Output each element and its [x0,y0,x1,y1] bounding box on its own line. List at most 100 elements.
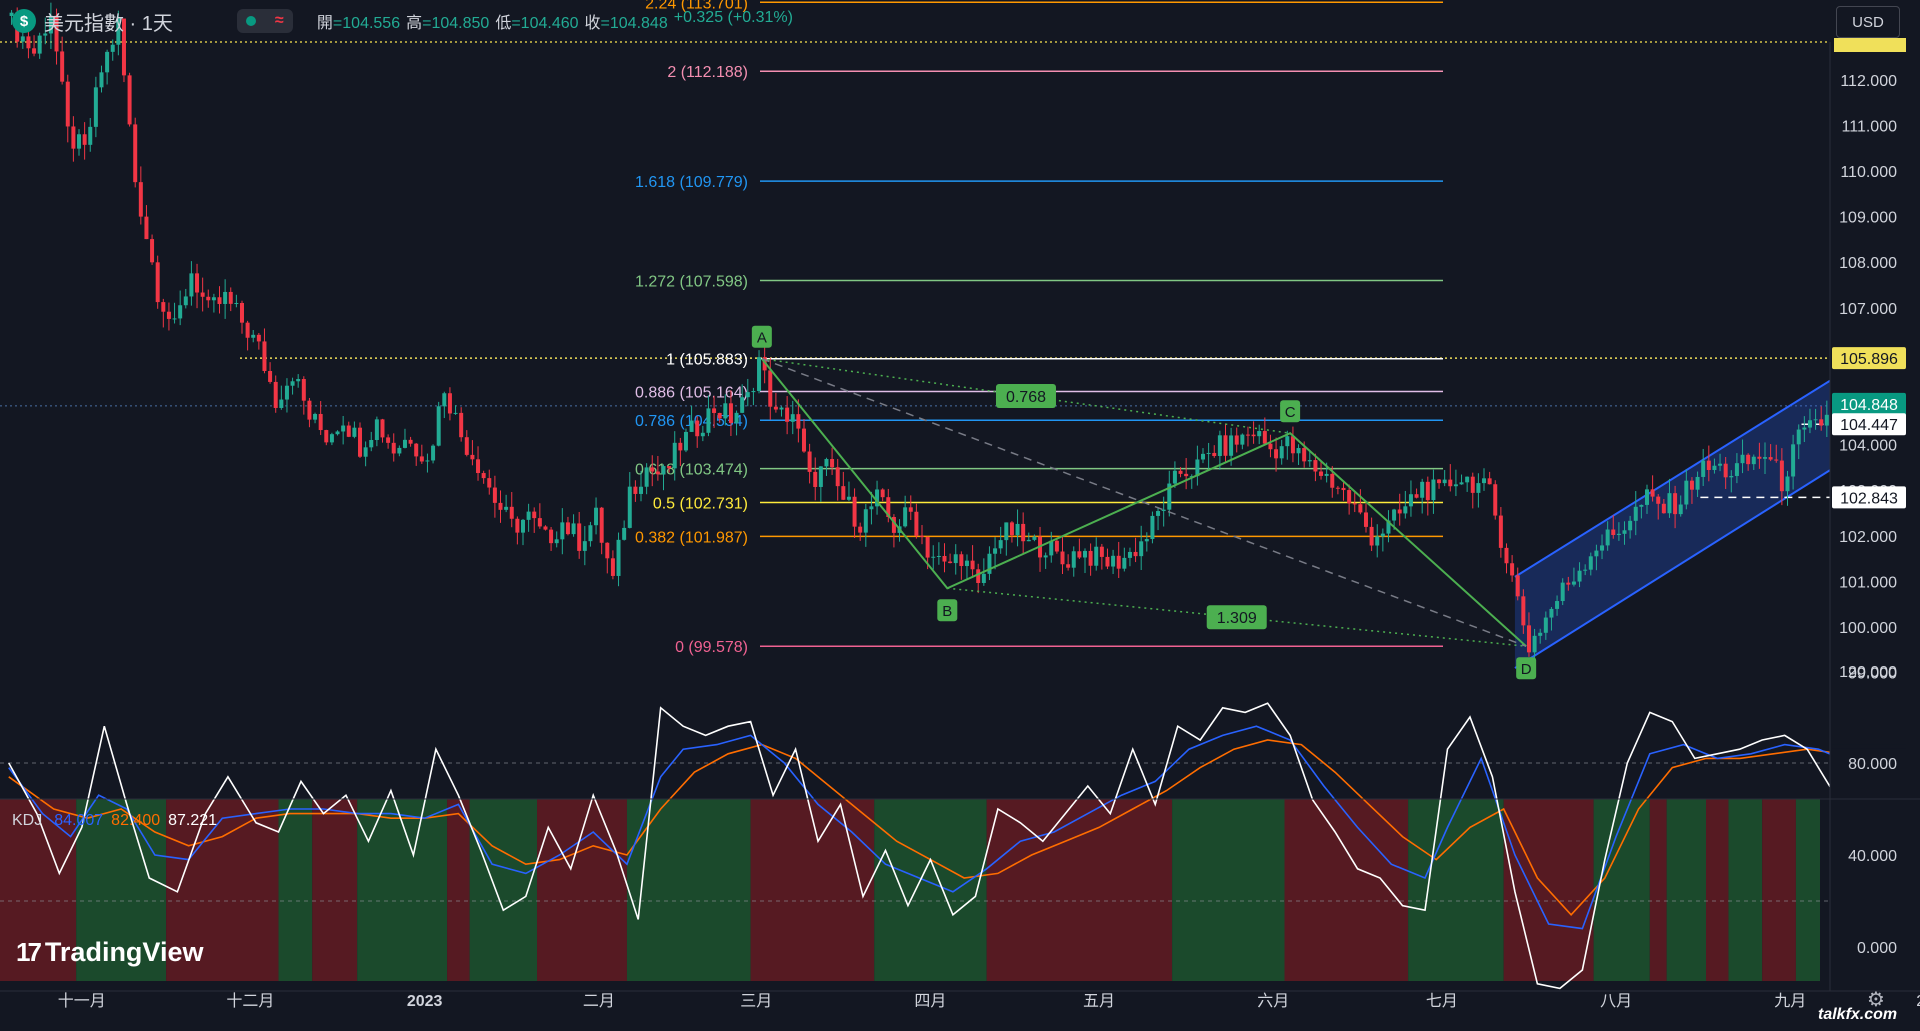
candle-body [1330,473,1335,488]
candle-body [1032,536,1037,540]
candle-body [1172,470,1177,484]
candle-body [1813,419,1818,421]
candle-221 [1251,421,1256,444]
candle-body [981,573,986,583]
candle-254 [1437,479,1442,489]
tradingview-logo[interactable]: 17 TradingView [16,937,203,968]
high-label: 高 [406,15,423,32]
candle-220 [1245,426,1250,447]
candle-body [1701,460,1706,477]
candle-body [358,427,363,457]
candle-body [251,334,256,338]
candle-body [509,506,514,519]
candle-59 [341,415,346,445]
candle-body [807,451,812,472]
candle-body [419,456,424,462]
candle-body [155,262,160,303]
kdj-label: KDJ [12,812,43,829]
kdj-legend[interactable]: KDJ 84.007 82.400 87.221 [12,812,217,830]
candle-body [1588,556,1593,570]
candle-body [402,439,407,448]
candle-9 [60,36,65,85]
candle-body [1397,509,1402,514]
kdj-j-value: 87.221 [168,812,218,829]
candle-body [1695,476,1700,490]
candle-body [1240,434,1245,445]
candle-264 [1493,480,1498,520]
candle-193 [1094,537,1099,571]
candle-82 [470,440,475,466]
candle-body [386,437,391,443]
candle-209 [1184,458,1189,490]
candle-110 [627,472,632,529]
candle-body [695,420,700,437]
candle-body [425,460,430,462]
candle-body [515,518,520,533]
candle-87 [498,490,503,523]
candle-body [470,454,475,460]
candle-172 [976,563,981,594]
candle-body [1571,581,1576,585]
candle-body [318,413,323,431]
kdj-bg-segment-6 [447,799,470,981]
candle-body [565,522,570,535]
candle-body [1493,484,1498,516]
candle-92 [526,503,531,532]
candle-212 [1201,448,1206,464]
candle-15 [93,76,98,138]
candle-body [993,548,998,554]
candle-151 [858,522,863,541]
candle-body [571,523,576,535]
candle-body [1543,617,1548,633]
candle-body [537,518,542,527]
currency-select[interactable]: USD [1836,6,1900,38]
candle-89 [509,492,514,528]
candle-body [487,478,492,488]
candle-body [1392,509,1397,521]
market-status-pill[interactable]: ≈ [236,9,293,33]
candle-216 [1223,423,1228,462]
chart-canvas[interactable]: 2.24 (113.701)2 (112.188)1.618 (109.779)… [0,0,1920,1031]
candle-102 [582,526,587,566]
candle-224 [1268,434,1273,458]
candle-body [818,466,823,487]
candle-body [1459,482,1464,485]
candle-183 [1038,526,1043,572]
kdj-bg-segment-19 [1666,799,1706,981]
candle-202 [1144,532,1149,552]
watermark: talkfx.com [1818,1006,1898,1023]
candle-21 [127,72,132,127]
candle-body [1667,493,1672,514]
candle-body [217,297,222,304]
candle-body [964,560,969,567]
candle-body [99,72,104,88]
candle-142 [807,443,812,484]
candle-body [768,370,773,407]
candle-body [1656,496,1661,504]
price-tick-2: 112.000 [1840,73,1897,90]
tradingview-logo-icon: 17 [16,937,42,967]
candle-body [161,302,166,312]
fib-label-9: 0.382 (101.987) [635,529,748,546]
candle-body [560,522,565,540]
candle-247 [1397,493,1402,526]
candle-body [307,400,312,420]
candle-body [1009,522,1014,536]
candle-241 [1363,503,1368,533]
kdj-tag-spacer [1832,744,1906,749]
time-tick-7: 六月 [1257,992,1289,1010]
candle-body [1644,489,1649,505]
symbol-title[interactable]: 美元指數 · 1天 [44,7,173,36]
candle-101 [577,511,582,559]
candle-61 [352,421,357,439]
candle-body [672,442,677,469]
candle-body [1796,429,1801,445]
candle-body [32,48,37,54]
candle-body [976,569,981,583]
time-tick-6: 五月 [1083,993,1115,1010]
candle-199 [1127,547,1132,567]
candle-159 [903,495,908,528]
candle-body [1734,463,1739,476]
candle-body [397,447,402,454]
tradingview-logo-text: TradingView [44,937,204,967]
